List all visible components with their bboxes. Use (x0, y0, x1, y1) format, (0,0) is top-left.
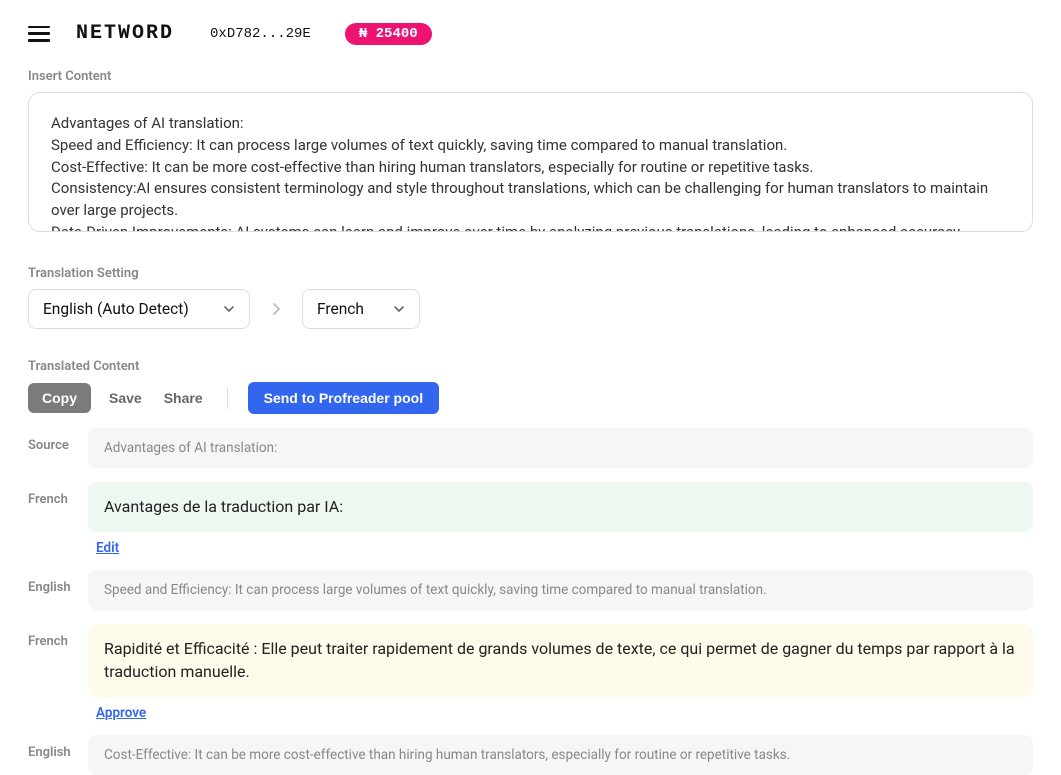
row-body: Advantages of AI translation: (88, 428, 1033, 468)
insert-label: Insert Content (28, 69, 1033, 84)
source-lang-value: English (Auto Detect) (43, 300, 189, 318)
chevron-down-icon (393, 303, 405, 315)
header: NETWORD 0xD782...29E ₦ 25400 (0, 0, 1061, 55)
row-body: Cost-Effective: It can be more cost-effe… (88, 735, 1033, 775)
row-lang-label: Source (28, 428, 88, 453)
copy-button[interactable]: Copy (28, 383, 91, 413)
translation-row: FrenchAvantages de la traduction par IA:… (28, 482, 1033, 556)
row-lang-label: French (28, 482, 88, 507)
source-text: Advantages of AI translation: (88, 428, 1033, 468)
translated-label: Translated Content (28, 359, 1033, 374)
row-lang-label: English (28, 570, 88, 595)
target-lang-value: French (317, 300, 364, 318)
translation-row: SourceAdvantages of AI translation: (28, 428, 1033, 468)
wallet-address[interactable]: 0xD782...29E (210, 26, 311, 42)
row-body: Speed and Efficiency: It can process lar… (88, 570, 1033, 610)
menu-icon[interactable] (28, 26, 50, 42)
arrow-right-icon (262, 295, 290, 323)
insert-section: Insert Content (0, 69, 1061, 236)
source-text: Speed and Efficiency: It can process lar… (88, 570, 1033, 610)
source-text: Cost-Effective: It can be more cost-effe… (88, 735, 1033, 775)
divider (227, 387, 228, 409)
source-lang-select[interactable]: English (Auto Detect) (28, 289, 250, 329)
translated-text[interactable]: Avantages de la traduction par IA: (88, 482, 1033, 532)
translated-text[interactable]: Rapidité et Efficacité : Elle peut trait… (88, 624, 1033, 697)
row-body: Rapidité et Efficacité : Elle peut trait… (88, 624, 1033, 721)
translation-row: EnglishSpeed and Efficiency: It can proc… (28, 570, 1033, 610)
balance-badge[interactable]: ₦ 25400 (345, 23, 432, 45)
row-lang-label: French (28, 624, 88, 649)
content-textarea[interactable] (28, 92, 1033, 232)
translation-row: FrenchRapidité et Efficacité : Elle peut… (28, 624, 1033, 721)
share-button[interactable]: Share (160, 383, 207, 413)
app-logo: NETWORD (76, 22, 174, 45)
edit-link[interactable]: Edit (96, 540, 119, 556)
setting-section: Translation Setting English (Auto Detect… (0, 266, 1061, 329)
setting-label: Translation Setting (28, 266, 1033, 281)
save-button[interactable]: Save (105, 383, 146, 413)
row-lang-label: English (28, 735, 88, 760)
chevron-down-icon (223, 303, 235, 315)
translated-section: Translated Content Copy Save Share Send … (0, 359, 1061, 775)
target-lang-select[interactable]: French (302, 289, 420, 329)
approve-link[interactable]: Approve (96, 705, 146, 721)
translation-row: EnglishCost-Effective: It can be more co… (28, 735, 1033, 775)
send-proofread-button[interactable]: Send to Profreader pool (248, 382, 439, 414)
row-body: Avantages de la traduction par IA: Edit (88, 482, 1033, 556)
